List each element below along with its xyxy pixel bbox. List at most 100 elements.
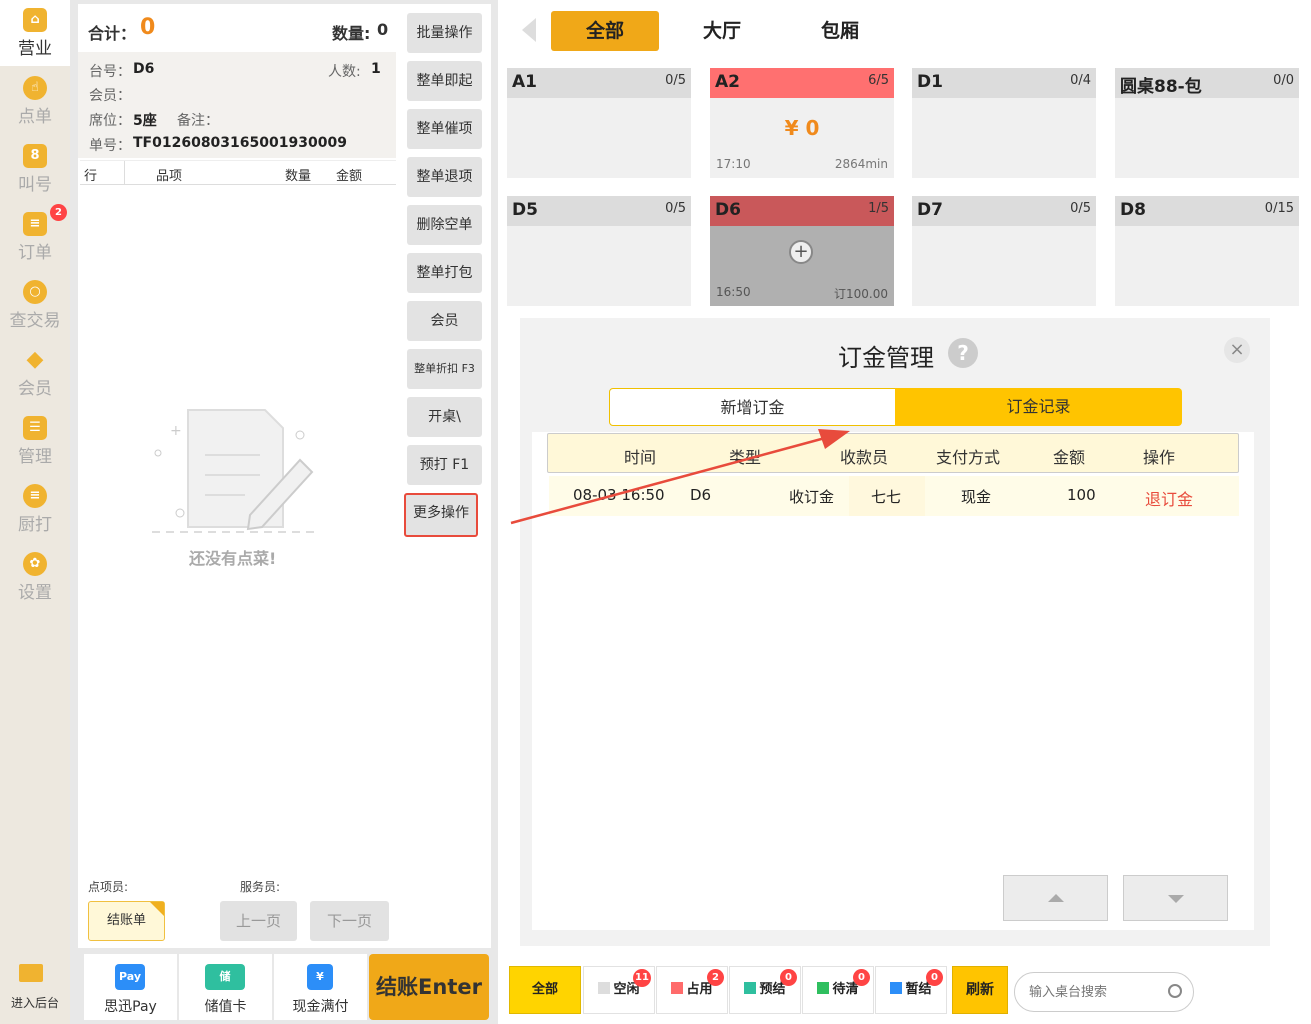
refresh-button[interactable]: 刷新: [952, 966, 1008, 1014]
close-icon[interactable]: ×: [1224, 337, 1250, 363]
orderer-label: 点项员:: [88, 880, 129, 894]
store-icon: ⌂: [23, 8, 47, 32]
more-operations-button[interactable]: 更多操作: [404, 493, 478, 537]
occupied-swatch: [671, 982, 684, 994]
gear-icon: ✿: [23, 552, 47, 576]
waiter-label: 服务员:: [240, 880, 281, 894]
table-number: D6: [133, 61, 155, 77]
stored-card-button[interactable]: 储 储值卡: [179, 954, 272, 1020]
modal-title: 订金管理: [838, 344, 934, 372]
next-page-button[interactable]: 下一页: [310, 901, 389, 941]
nav-item-member[interactable]: ◆ 会员: [0, 340, 70, 406]
tab-new-deposit[interactable]: 新增订金: [609, 388, 896, 426]
pack-all-button[interactable]: 整单打包: [407, 253, 482, 293]
tab-all[interactable]: 全部: [551, 11, 659, 51]
filter-occupied-button[interactable]: 占用 2: [656, 966, 728, 1014]
return-all-button[interactable]: 整单退项: [407, 157, 482, 197]
table-card-a1[interactable]: A1 0/5: [507, 68, 691, 178]
prev-page-button[interactable]: 上一页: [220, 901, 297, 941]
annotation-arrow: [510, 429, 850, 525]
item-table-header: 行 品项 数量 金额: [80, 160, 396, 185]
list-icon: ≡: [23, 212, 47, 236]
checkout-enter-button[interactable]: 结账Enter: [369, 954, 489, 1020]
nav-item-orders[interactable]: ≡ 订单 2: [0, 204, 70, 270]
qty-label: 数量:: [332, 24, 371, 43]
nav-item-business[interactable]: ⌂ 营业: [0, 0, 70, 66]
check-corner-icon: [150, 902, 164, 916]
hand-pointer-icon: ☝: [23, 76, 47, 100]
to-clean-icon: [817, 982, 830, 994]
nav-item-call[interactable]: 8 叫号: [0, 136, 70, 202]
tab-deposit-records[interactable]: 订金记录: [895, 388, 1182, 426]
arrow-down-icon: [1168, 895, 1184, 903]
table-amount: ¥ 0: [784, 116, 820, 140]
tab-hall[interactable]: 大厅: [668, 11, 776, 51]
action-column: 批量操作 整单即起 整单催项 整单退项 删除空单 整单打包 会员 整单折扣 F3…: [398, 4, 491, 948]
discount-button[interactable]: 整单折扣 F3: [407, 349, 482, 389]
filter-prepay-button[interactable]: 预结 0: [729, 966, 801, 1014]
checkout-bill-toggle[interactable]: 结账单: [88, 901, 165, 941]
empty-order-text: 还没有点菜!: [189, 549, 277, 568]
empty-order-illustration: +: [152, 409, 318, 533]
pause-icon: [890, 982, 903, 994]
card-icon: 储: [205, 964, 245, 990]
table-card-d5[interactable]: D5 0/5: [507, 196, 691, 306]
add-order-icon: +: [789, 240, 813, 264]
filter-pause-button[interactable]: 暂结 0: [875, 966, 947, 1014]
table-card-a2[interactable]: A2 6/5 ¥ 0 17:10 2864min: [710, 68, 894, 178]
table-card-d6[interactable]: D6 1/5 + 16:50 订100.00: [710, 196, 894, 306]
table-search-box[interactable]: [1014, 972, 1194, 1012]
preprint-button[interactable]: 预打 F1: [407, 445, 482, 485]
prepay-icon: [744, 982, 757, 994]
scroll-down-button[interactable]: [1123, 875, 1228, 921]
batch-operation-button[interactable]: 批量操作: [407, 13, 482, 53]
order-number: TF0126080316500193​0009: [133, 135, 347, 151]
cash-full-pay-button[interactable]: ¥ 现金满付: [274, 954, 367, 1020]
pay-icon: Pay: [115, 964, 145, 990]
arrow-up-icon: [1048, 894, 1064, 902]
scroll-left-icon[interactable]: [522, 18, 536, 42]
total-label: 合计：: [88, 24, 137, 43]
fire-all-button[interactable]: 整单即起: [407, 61, 482, 101]
member-label: 会员：: [89, 88, 131, 104]
menu-icon: ≡: [23, 484, 47, 508]
total-value: 0: [140, 15, 156, 40]
number-8-icon: 8: [23, 144, 47, 168]
diamond-icon: ◆: [26, 347, 44, 372]
rush-all-button[interactable]: 整单催项: [407, 109, 482, 149]
table-card-d8[interactable]: D8 0/15: [1115, 196, 1299, 306]
filter-to-clean-button[interactable]: 待清 0: [802, 966, 874, 1014]
qty-value: 0: [377, 20, 389, 39]
table-card-d7[interactable]: D7 0/5: [912, 196, 1096, 306]
search-icon: ○: [23, 280, 47, 304]
seat-value: 5座: [133, 113, 157, 129]
filter-all-button[interactable]: 全部: [509, 966, 581, 1014]
nav-item-kitchen[interactable]: ≡ 厨打: [0, 476, 70, 542]
backend-button[interactable]: 进入后台: [0, 958, 70, 1018]
filter-idle-button[interactable]: 空闲 11: [583, 966, 655, 1014]
delete-empty-button[interactable]: 删除空单: [407, 205, 482, 245]
open-table-button[interactable]: 开桌\: [407, 397, 482, 437]
monitor-icon: [19, 964, 43, 982]
nav-item-order[interactable]: ☝ 点单: [0, 68, 70, 134]
nav-item-transactions[interactable]: ○ 查交易: [0, 272, 70, 338]
left-nav: ⌂ 营业 ☝ 点单 8 叫号 ≡ 订单 2 ○ 查交易 ◆ 会员 ☰ 管理 ≡ …: [0, 0, 70, 1024]
member-button[interactable]: 会员: [407, 301, 482, 341]
tab-private-room[interactable]: 包厢: [786, 11, 894, 51]
nav-item-manage[interactable]: ☰ 管理: [0, 408, 70, 474]
search-icon: [1168, 984, 1182, 998]
help-icon[interactable]: ?: [948, 338, 978, 368]
table-card-d1[interactable]: D1 0/4: [912, 68, 1096, 178]
svg-text:+: +: [170, 423, 182, 439]
refund-deposit-link[interactable]: 退订金: [1145, 486, 1193, 510]
table-search-input[interactable]: [1029, 982, 1159, 1002]
table-card-round88[interactable]: 圆桌88-包 0/0: [1115, 68, 1299, 178]
people-count: 1: [371, 61, 381, 77]
table-deposit: 订100.00: [834, 287, 888, 301]
scroll-up-button[interactable]: [1003, 875, 1108, 921]
nav-item-settings[interactable]: ✿ 设置: [0, 544, 70, 610]
sixun-pay-button[interactable]: Pay 思迅Pay: [84, 954, 177, 1020]
idle-swatch: [598, 982, 611, 994]
cash-icon: ¥: [307, 964, 333, 990]
orders-badge: 2: [50, 204, 67, 221]
